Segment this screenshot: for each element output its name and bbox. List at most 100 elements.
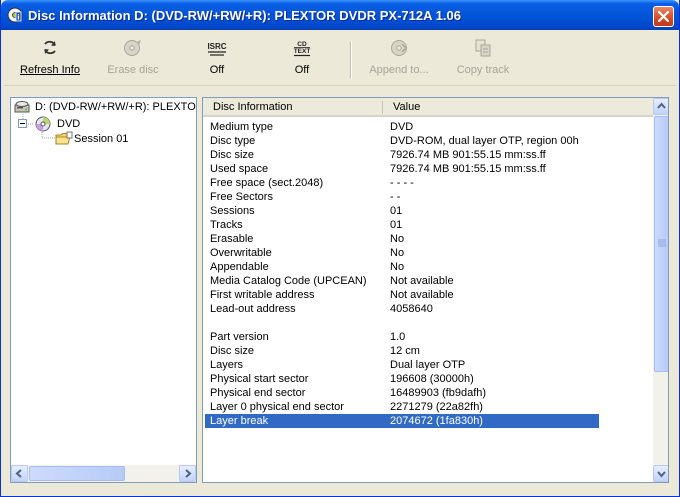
row-value: 7926.74 MB 901:55.15 mm:ss.ff — [390, 163, 546, 175]
cd-text-icon: CD TEXT — [294, 41, 310, 57]
refresh-info-label: Refresh Info — [20, 64, 80, 76]
table-row[interactable]: Free space (sect.2048) - - - - — [205, 176, 599, 190]
copy-track-button[interactable]: Copy track — [450, 31, 516, 86]
table-row[interactable]: Free Sectors - - — [205, 190, 599, 204]
table-row[interactable]: Physical end sector 16489903 (fb9dafh) — [205, 386, 599, 400]
list-vertical-scrollbar[interactable] — [653, 98, 668, 482]
dvd-label: DVD — [57, 118, 81, 130]
row-property: Disc size — [210, 345, 255, 357]
row-property: Disc size — [210, 149, 255, 161]
table-row[interactable]: Erasable No — [205, 232, 599, 246]
table-row[interactable]: First writable address Not available — [205, 288, 599, 302]
erase-disc-label: Erase disc — [107, 64, 159, 76]
scroll-left-button[interactable] — [11, 465, 28, 482]
row-value: 2074672 (1fa830h) — [390, 415, 483, 427]
append-disc-icon — [391, 40, 408, 56]
row-value: 16489903 (fb9dafh) — [390, 387, 487, 399]
table-row[interactable]: Layer break 2074672 (1fa830h) — [205, 414, 599, 428]
table-row[interactable]: Physical start sector 196608 (30000h) — [205, 372, 599, 386]
row-property: First writable address — [210, 289, 315, 301]
collapse-icon[interactable] — [18, 119, 27, 128]
cdtext-state-label: Off — [294, 64, 310, 76]
isrc-icon-text: ISRC — [207, 42, 226, 51]
table-row[interactable]: Part version 1.0 — [205, 330, 599, 344]
table-row[interactable]: Layers Dual layer OTP — [205, 358, 599, 372]
row-property: Free Sectors — [210, 191, 273, 203]
row-value: 1.0 — [390, 331, 406, 343]
refresh-info-button[interactable]: Refresh Info — [14, 31, 86, 86]
row-property: Physical start sector — [210, 373, 309, 385]
table-row[interactable]: Media Catalog Code (UPCEAN) Not available — [205, 274, 599, 288]
table-row[interactable]: Appendable No — [205, 260, 599, 274]
arrow-up-icon — [657, 102, 666, 109]
row-property: Erasable — [210, 233, 254, 245]
isrc-toggle-button[interactable]: ISRC Off — [194, 31, 240, 86]
row-value: No — [390, 261, 405, 273]
table-row[interactable]: Lead-out address 4058640 — [205, 302, 599, 316]
table-row[interactable] — [205, 316, 599, 330]
table-row[interactable]: Disc size 7926.74 MB 901:55.15 mm:ss.ff — [205, 148, 599, 162]
table-row[interactable]: Disc size 12 cm — [205, 344, 599, 358]
table-row[interactable]: Tracks 01 — [205, 218, 599, 232]
row-value: No — [390, 233, 405, 245]
scroll-right-button[interactable] — [179, 465, 196, 482]
table-row[interactable]: Overwritable No — [205, 246, 599, 260]
append-to-button[interactable]: Append to... — [366, 31, 432, 86]
copy-track-icon — [475, 39, 491, 57]
scroll-up-button[interactable] — [653, 98, 668, 115]
row-value: Not available — [390, 289, 454, 301]
row-property: Media Catalog Code (UPCEAN) — [210, 275, 367, 287]
grip-icon — [658, 239, 666, 247]
header-disc-information[interactable]: Disc Information — [213, 101, 292, 113]
row-property: Tracks — [210, 219, 243, 231]
table-row[interactable]: Disc type DVD-ROM, dual layer OTP, region… — [205, 134, 599, 148]
toolbar: Refresh Info Erase disc ISRC Off CD TEXT — [4, 31, 676, 86]
row-property: Overwritable — [210, 247, 272, 259]
svg-text:i: i — [17, 14, 19, 22]
arrow-right-icon — [185, 469, 192, 478]
table-row[interactable]: Used space 7926.74 MB 901:55.15 mm:ss.ff — [205, 162, 599, 176]
list-scroll-thumb[interactable] — [654, 116, 668, 372]
row-value: 2271279 (22a82fh) — [390, 401, 483, 413]
header-value[interactable]: Value — [393, 101, 420, 113]
copy-track-label: Copy track — [456, 64, 510, 76]
row-value: 01 — [390, 219, 403, 231]
session-folder-icon — [55, 131, 73, 145]
row-value: DVD — [390, 121, 414, 133]
close-button[interactable] — [653, 6, 674, 27]
close-icon — [658, 11, 669, 22]
row-property: Disc type — [210, 135, 256, 147]
erase-disc-button[interactable]: Erase disc — [100, 31, 166, 86]
session-label: Session 01 — [74, 133, 129, 145]
disc-tree[interactable]: D: (DVD-RW/+RW/+R): PLEXTOR DVD Session … — [10, 97, 197, 483]
row-value: 12 cm — [390, 345, 420, 357]
disc-info-list[interactable]: Disc Information Value Medium type DVD Dis… — [202, 97, 669, 483]
tree-scroll-thumb[interactable] — [29, 466, 125, 481]
row-property: Free space (sect.2048) — [210, 177, 324, 189]
table-row[interactable]: Sessions 01 — [205, 204, 599, 218]
cdtext-icon-text-top: CD — [297, 41, 307, 48]
erase-disc-icon — [124, 40, 141, 56]
cdtext-toggle-button[interactable]: CD TEXT Off — [279, 31, 325, 86]
isrc-state-label: Off — [209, 64, 225, 76]
row-property: Layers — [210, 359, 244, 371]
row-property: Lead-out address — [210, 303, 296, 315]
list-header: Disc Information Value — [203, 98, 653, 117]
tree-item-session[interactable]: Session 01 — [55, 131, 175, 147]
disc-info-window: i Disc Information D: (DVD-RW/+RW/+R): P… — [0, 0, 680, 497]
row-property: Layer 0 physical end sector — [210, 401, 344, 413]
isrc-icon: ISRC — [207, 42, 227, 56]
tree-horizontal-scrollbar[interactable] — [11, 465, 196, 482]
table-row[interactable]: Layer 0 physical end sector 2271279 (22a8… — [205, 400, 599, 414]
header-divider[interactable] — [382, 101, 383, 114]
tree-item-dvd[interactable]: DVD — [17, 116, 187, 132]
table-row[interactable]: Medium type DVD — [205, 120, 599, 134]
row-value: - - - - — [390, 177, 414, 189]
row-property: Sessions — [210, 205, 255, 217]
refresh-icon — [44, 40, 56, 55]
disc-info-icon: i — [7, 7, 23, 23]
window-title: Disc Information D: (DVD-RW/+RW/+R): PLE… — [28, 8, 461, 23]
row-property: Layer break — [210, 415, 269, 427]
scroll-down-button[interactable] — [653, 465, 668, 482]
title-bar[interactable]: i Disc Information D: (DVD-RW/+RW/+R): P… — [1, 0, 679, 30]
